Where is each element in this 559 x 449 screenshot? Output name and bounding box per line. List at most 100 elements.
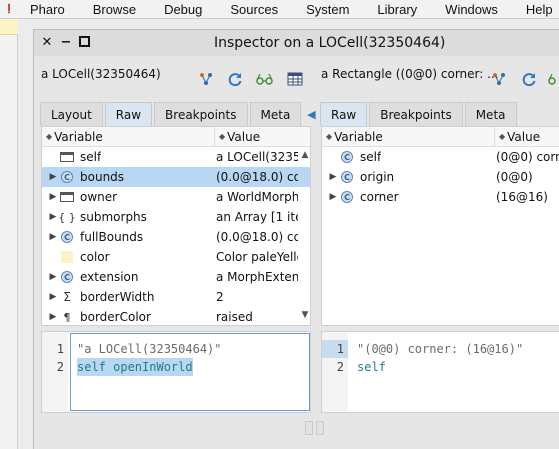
variable-value: (0@0) <box>496 170 533 184</box>
left-variables-table: ◆Variable ◆Value selfa LOCell(32350▶Cbou… <box>41 126 311 326</box>
class-icon: C <box>60 230 74 244</box>
menu-library[interactable]: Library <box>377 2 417 17</box>
glasses-icon-right[interactable] <box>548 70 559 88</box>
variable-name: submorphs <box>80 210 147 224</box>
table-row[interactable]: ▶Cbounds (0.0@18.0) corn <box>42 167 310 187</box>
variable-value: (16@16) <box>496 190 548 204</box>
code-line-1[interactable]: "a LOCell(32350464)" <box>77 340 222 358</box>
variable-value: 2 <box>216 290 224 304</box>
line-number: 1 <box>56 342 64 356</box>
table-row[interactable]: color Color paleYello <box>42 247 310 267</box>
close-icon[interactable]: ✕ <box>41 35 53 50</box>
menu-debug[interactable]: Debug <box>164 2 202 17</box>
variable-value: (0.0@18.0) corn <box>216 170 298 184</box>
left-dock-strip <box>0 19 18 449</box>
variable-value: (0.0@18.0) corn <box>216 230 298 244</box>
expand-triangle-icon[interactable]: ▶ <box>46 232 60 242</box>
tab-meta-right[interactable]: Meta <box>464 102 517 126</box>
line-number: 2 <box>336 360 344 374</box>
variable-name: extension <box>80 270 139 284</box>
tab-layout[interactable]: Layout <box>40 102 103 126</box>
class-icon: C <box>60 170 74 184</box>
pane-splitter-handle[interactable] <box>302 421 326 437</box>
tab-raw-right[interactable]: Raw <box>320 102 368 126</box>
table-header: ◆ Variable ◆ Value <box>42 127 310 147</box>
expand-triangle-icon[interactable]: ▶ <box>46 272 60 282</box>
glasses-icon[interactable] <box>256 70 274 88</box>
object-icon <box>60 190 74 204</box>
menubar: ⵑ Pharo Browse Debug Sources System Libr… <box>0 0 559 19</box>
left-inspected-object-label: a LOCell(32350464) <box>41 67 161 81</box>
variable-name: self <box>80 150 102 164</box>
class-icon: C <box>60 270 74 284</box>
right-tab-bar: Raw Breakpoints Meta <box>320 102 519 126</box>
table-row[interactable]: ▶ ¶ borderColor raised <box>42 307 310 325</box>
class-icon: C <box>340 170 354 184</box>
menu-pharo[interactable]: Pharo <box>30 2 65 17</box>
maximize-icon[interactable] <box>79 36 90 47</box>
table-view-icon[interactable] <box>286 70 304 88</box>
window-titlebar[interactable]: ✕ − Inspector on a LOCell(32350464) <box>34 30 559 56</box>
variable-name: bounds <box>80 170 125 184</box>
menu-windows[interactable]: Windows <box>445 2 498 17</box>
variable-name: owner <box>80 190 118 204</box>
line-number: 2 <box>56 360 64 374</box>
tab-breakpoints[interactable]: Breakpoints <box>154 102 248 126</box>
right-code-pane[interactable]: 1 2 "(0@0) corner: (16@16)" self <box>321 331 559 413</box>
tab-scroll-left-icon[interactable]: ◀ <box>303 102 319 126</box>
variable-name: color <box>80 250 110 264</box>
expand-triangle-icon[interactable]: ▶ <box>46 172 60 182</box>
variable-value: Color paleYello <box>216 250 298 264</box>
expand-triangle-icon[interactable]: ▶ <box>46 292 60 302</box>
value-column-header-right[interactable]: ◆ Value <box>494 127 540 147</box>
table-row[interactable]: ▶ Cextension a MorphExtens <box>42 267 310 287</box>
browse-hierarchy-icon-right[interactable] <box>490 70 508 88</box>
table-row[interactable]: self a LOCell(32350 <box>42 147 310 167</box>
lo-cell-morph[interactable] <box>0 19 18 35</box>
inspector-window: ✕ − Inspector on a LOCell(32350464) a LO… <box>33 29 559 449</box>
variable-column-header[interactable]: ◆ Variable <box>42 127 214 147</box>
left-code-pane[interactable]: 1 2 "a LOCell(32350464)" self openInWorl… <box>41 331 311 413</box>
table-row[interactable]: Cself (0@0) corne <box>322 147 559 167</box>
pharo-logo-icon[interactable]: ⵑ <box>0 2 18 16</box>
scroll-up-icon[interactable]: ▲ <box>300 147 310 163</box>
refresh-icon-right[interactable] <box>520 70 538 88</box>
minimize-icon[interactable]: − <box>60 35 72 50</box>
expand-triangle-icon[interactable]: ▶ <box>326 172 340 182</box>
table-row[interactable]: ▶CfullBounds (0.0@18.0) corn <box>42 227 310 247</box>
expand-triangle-icon[interactable]: ▶ <box>326 192 340 202</box>
variable-value: a WorldMorph( <box>216 190 298 204</box>
tab-meta[interactable]: Meta <box>249 102 302 126</box>
variable-name: self <box>360 150 382 164</box>
variable-value: a LOCell(32350 <box>216 150 298 164</box>
table-row[interactable]: ▶{ }submorphsan Array [1 iten <box>42 207 310 227</box>
menu-help[interactable]: Help <box>526 2 553 17</box>
table-row[interactable]: ▶ Corigin (0@0) <box>322 167 559 187</box>
table-row[interactable]: ▶ owner a WorldMorph( <box>42 187 310 207</box>
variable-value: a MorphExtens <box>216 270 298 284</box>
code-line-2-right[interactable]: self <box>357 358 386 376</box>
table-row[interactable]: ▶ ΣborderWidth 2 <box>42 287 310 307</box>
number-icon: Σ <box>63 290 71 304</box>
scroll-down-icon[interactable]: ▼ <box>300 307 310 323</box>
browse-hierarchy-icon[interactable] <box>197 70 215 88</box>
code-line-1-right[interactable]: "(0@0) corner: (16@16)" <box>357 340 523 358</box>
collection-icon: { } <box>58 210 76 224</box>
expand-triangle-icon[interactable]: ▶ <box>46 192 60 202</box>
expand-triangle-icon[interactable]: ▶ <box>46 312 60 322</box>
variable-column-header-right[interactable]: ◆ Variable <box>322 127 494 147</box>
menu-browse[interactable]: Browse <box>93 2 136 17</box>
tab-raw[interactable]: Raw <box>104 102 153 126</box>
self-icon <box>60 150 74 164</box>
line-number: 1 <box>322 340 348 358</box>
paragraph-icon: ¶ <box>63 310 71 324</box>
tab-breakpoints-right[interactable]: Breakpoints <box>369 102 463 126</box>
value-column-header[interactable]: ◆ Value <box>214 127 260 147</box>
table-header-right: ◆ Variable ◆ Value <box>322 127 559 147</box>
variable-name: borderColor <box>80 310 151 324</box>
refresh-icon[interactable] <box>226 70 244 88</box>
menu-system[interactable]: System <box>306 2 349 17</box>
table-row[interactable]: ▶ Ccorner (16@16) <box>322 187 559 207</box>
code-line-2[interactable]: self openInWorld <box>77 358 193 376</box>
menu-sources[interactable]: Sources <box>230 2 278 17</box>
